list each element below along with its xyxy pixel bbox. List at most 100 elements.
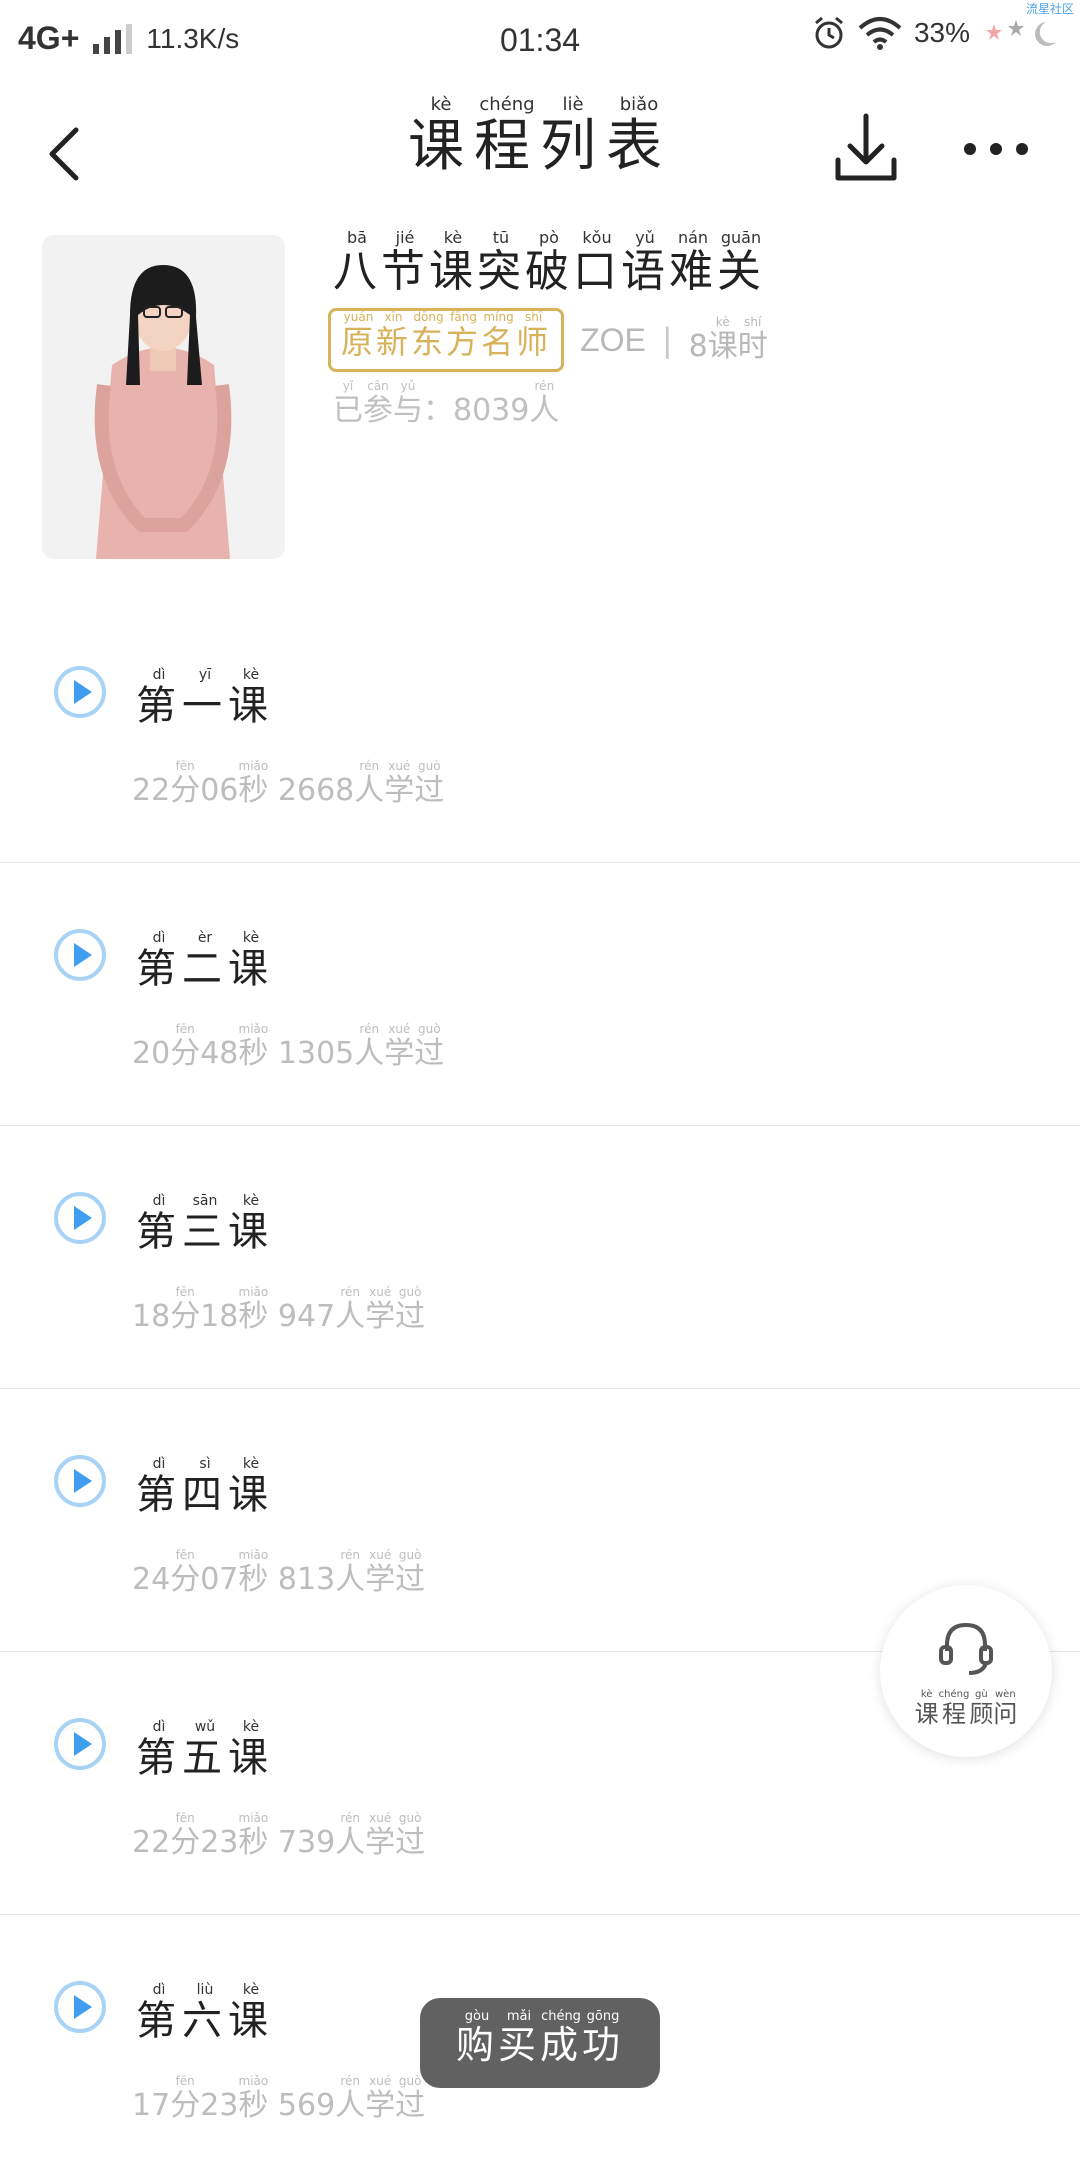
wifi-icon [858,17,902,50]
lesson-stats: 17分fēn23秒miǎo 569人rén学xué过guò [132,2074,426,2123]
course-advisor-button[interactable]: 课kè程chéng顾gù问wèn [880,1585,1052,1757]
headset-icon [939,1622,993,1675]
char-with-pinyin: 师shī [516,310,552,361]
char-with-pinyin: 过guò [395,1285,426,1334]
char-with-pinyin: 与yǔ [393,379,423,428]
char-with-pinyin: 秒miǎo [238,1285,269,1334]
char-with-pinyin: 二èr [182,930,228,992]
char-with-pinyin: 一yī [182,667,228,729]
char-with-pinyin: 三sān [182,1193,228,1255]
lesson-title: 第dì二èr课kè [136,930,274,994]
more-dots-icon [964,143,1028,155]
participant-count: 已yǐ参cān与yǔ：8039人rén [333,379,560,428]
status-right: 33% [812,16,1062,50]
char-with-pinyin: 秒miǎo [238,1022,269,1071]
char-with-pinyin: 过guò [395,1548,426,1597]
char-with-pinyin: 第dì [136,1719,182,1781]
lesson-list: 第dì一yī课kè 22分fēn06秒miǎo 2668人rén学xué过guò… [0,600,1080,2177]
teacher-name: ZOE [580,321,646,358]
page-title: 课kè程chéng列liè表biǎo [0,94,1080,182]
play-icon[interactable] [52,1190,108,1246]
char-with-pinyin: 分fēn [170,1285,201,1334]
lesson-stats: 18分fēn18秒miǎo 947人rén学xué过guò [132,1285,426,1334]
char-with-pinyin: 顾gù [969,1689,994,1728]
char-with-pinyin: 五wǔ [182,1719,228,1781]
char-with-pinyin: 节jié [381,228,429,297]
char-with-pinyin: 第dì [136,1193,182,1255]
lesson-stats: 22分fēn23秒miǎo 739人rén学xué过guò [132,1811,426,1860]
lesson-item[interactable]: 第dì二èr课kè 20分fēn48秒miǎo 1305人rén学xué过guò [0,863,1080,1126]
course-header: 八bā节jié课kè突tū破pò口kǒu语yǔ难nán关guān 原yuán新x… [0,228,1080,570]
char-with-pinyin: 购gòu [455,2009,498,2067]
more-button[interactable] [956,124,1036,174]
alarm-icon [814,16,843,49]
char-with-pinyin: 过guò [395,1811,426,1860]
char-with-pinyin: 列liè [540,94,606,179]
char-with-pinyin: 课kè [228,1719,274,1781]
char-with-pinyin: 课kè [228,1456,274,1518]
char-with-pinyin: 难nán [669,228,717,297]
char-with-pinyin: 学xué [365,1548,396,1597]
char-with-pinyin: 秒miǎo [238,2074,269,2123]
char-with-pinyin: 八bā [333,228,381,297]
char-with-pinyin: 程chéng [474,94,540,179]
lesson-stats: 24分fēn07秒miǎo 813人rén学xué过guò [132,1548,426,1597]
char-with-pinyin: 课kè [228,1982,274,2044]
char-with-pinyin: 时shí [737,314,768,364]
char-with-pinyin: 功gōng [582,2009,625,2067]
teacher-badge: 原yuán新xīn东dōng方fāng名míng师shī [328,308,565,372]
char-with-pinyin: 课kè [429,228,477,297]
char-with-pinyin: 课kè [228,930,274,992]
stars-moon-icon [986,20,1056,46]
char-with-pinyin: 课kè [408,94,474,179]
char-with-pinyin: 课kè [707,314,738,364]
char-with-pinyin: 破pò [525,228,573,297]
char-with-pinyin: 第dì [136,1982,182,2044]
char-with-pinyin: 学xué [365,1285,396,1334]
brand-watermark: 流星社区 [1025,2,1074,16]
char-with-pinyin: 分fēn [170,1022,201,1071]
lesson-item[interactable]: 第dì一yī课kè 22分fēn06秒miǎo 2668人rén学xué过guò [0,600,1080,863]
lesson-item[interactable]: 第dì三sān课kè 18分fēn18秒miǎo 947人rén学xué过guò [0,1126,1080,1389]
char-with-pinyin: 程chéng [938,1689,970,1728]
play-icon[interactable] [52,927,108,983]
char-with-pinyin: 秒miǎo [238,1548,269,1597]
char-with-pinyin: 口kǒu [573,228,621,297]
battery-level: 33% [913,17,970,48]
char-with-pinyin: 人rén [354,1022,385,1071]
lesson-title: 第dì四sì课kè [136,1456,274,1520]
play-icon[interactable] [52,664,108,720]
lesson-title: 第dì三sān课kè [136,1193,274,1257]
char-with-pinyin: 学xué [365,1811,396,1860]
char-with-pinyin: 第dì [136,930,182,992]
toast-text: 购gòu买mǎi成chéng功gōng [455,2009,625,2069]
status-bar: 4G+ 11.3K/s 01:34 33% 流星社区 [0,0,1080,82]
lesson-count: 8课kè时shí [688,314,768,364]
course-title: 八bā节jié课kè突tū破pò口kǒu语yǔ难nán关guān [333,228,765,299]
char-with-pinyin: 分fēn [170,1811,201,1860]
char-with-pinyin: 课kè [228,667,274,729]
char-with-pinyin: 第dì [136,1456,182,1518]
char-with-pinyin: 新xīn [376,310,412,361]
play-icon[interactable] [52,1979,108,2035]
download-button[interactable] [826,98,906,198]
play-icon[interactable] [52,1453,108,1509]
course-cover-image[interactable] [42,235,285,559]
meta-separator: | [661,321,673,359]
char-with-pinyin: 分fēn [170,1548,201,1597]
char-with-pinyin: 成chéng [540,2009,583,2067]
char-with-pinyin: 买mǎi [497,2009,540,2067]
char-with-pinyin: 人rén [335,1285,366,1334]
char-with-pinyin: 人rén [335,1548,366,1597]
char-with-pinyin: 学xué [365,2074,396,2123]
char-with-pinyin: 秒miǎo [238,759,269,808]
char-with-pinyin: 课kè [914,1689,939,1728]
char-with-pinyin: 突tū [477,228,525,297]
lesson-title: 第dì一yī课kè [136,667,274,731]
char-with-pinyin: 过guò [414,1022,445,1071]
play-icon[interactable] [52,1716,108,1772]
char-with-pinyin: 分fēn [170,759,201,808]
char-with-pinyin: 人rén [529,379,560,428]
char-with-pinyin: 参cān [363,379,393,428]
char-with-pinyin: 人rén [335,1811,366,1860]
